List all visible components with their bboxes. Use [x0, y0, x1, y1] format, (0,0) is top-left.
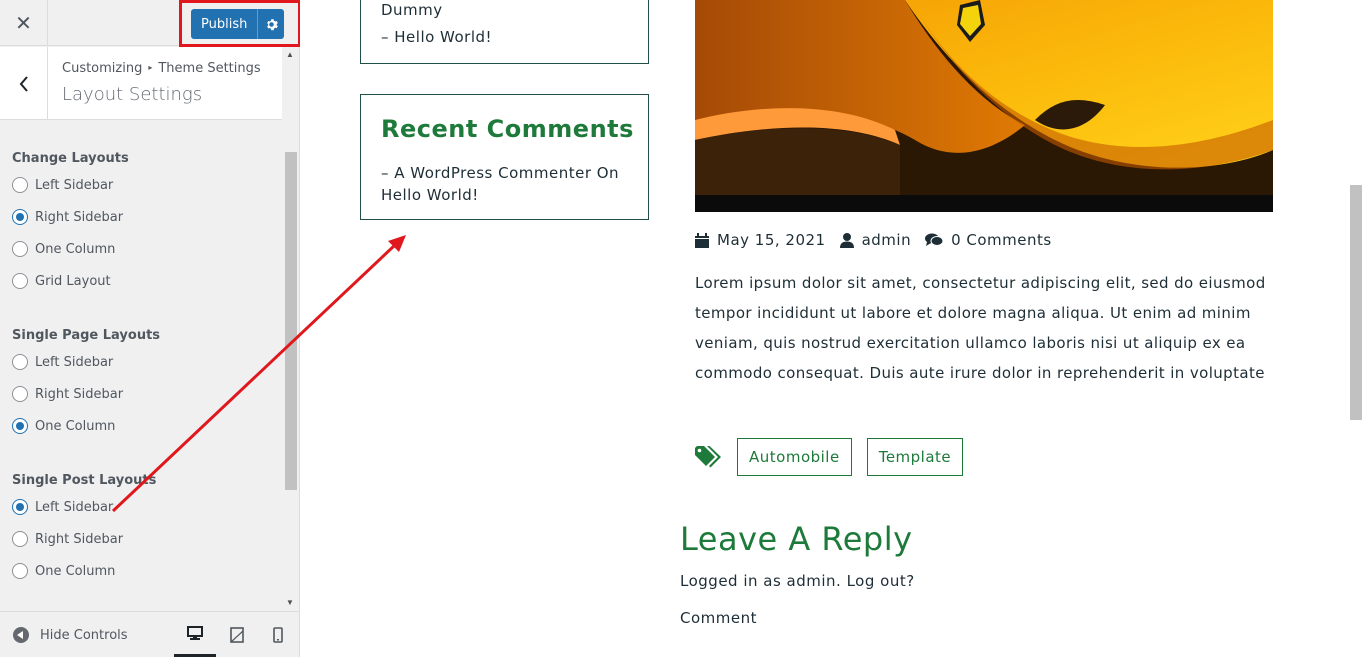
hide-controls-button[interactable]: Hide Controls	[13, 627, 128, 643]
tags-icon	[695, 446, 721, 468]
breadcrumb: Customizing ▸ Theme Settings	[62, 61, 261, 76]
radio-label: Right Sidebar	[35, 209, 124, 225]
tag-template[interactable]: Template	[866, 438, 964, 476]
radio-circle-checked[interactable]	[12, 499, 28, 515]
comment-field-label: Comment	[680, 609, 757, 627]
radio-change-one-column[interactable]: One Column	[12, 241, 115, 257]
recent-comment-item[interactable]: – A WordPress Commenter On Hello World!	[381, 162, 636, 206]
widget-link-hello-world[interactable]: – Hello World!	[381, 28, 492, 46]
radio-label: Right Sidebar	[35, 531, 124, 547]
group-title-change-layouts: Change Layouts	[12, 151, 129, 166]
radio-circle-checked[interactable]	[12, 418, 28, 434]
customizer-panel: ✕ Publish Customizing ▸ Theme Settings Lay…	[0, 0, 301, 657]
radio-page-right-sidebar[interactable]: Right Sidebar	[12, 386, 123, 402]
post-author[interactable]: admin	[839, 231, 912, 249]
radio-label: One Column	[35, 563, 116, 579]
device-mobile-button[interactable]	[257, 612, 299, 657]
collapse-arrow-icon	[13, 627, 29, 643]
post-author-text: admin	[861, 231, 912, 249]
hide-controls-label: Hide Controls	[40, 627, 128, 643]
radio-circle[interactable]	[12, 177, 28, 193]
radio-label: Left Sidebar	[35, 177, 114, 193]
comments-icon	[925, 233, 944, 246]
device-tablet-button[interactable]	[216, 612, 258, 657]
logged-in-text[interactable]: Logged in as admin. Log out?	[680, 572, 915, 590]
widget-text: Dummy	[381, 1, 443, 19]
radio-page-one-column[interactable]: One Column	[12, 418, 115, 434]
radio-page-left-sidebar[interactable]: Left Sidebar	[12, 354, 113, 370]
publish-highlight-box	[179, 0, 301, 47]
close-customizer-button[interactable]: ✕	[0, 0, 48, 46]
section-header: Customizing ▸ Theme Settings Layout Settin…	[0, 47, 282, 120]
radio-post-one-column[interactable]: One Column	[12, 563, 115, 579]
radio-label: Grid Layout	[35, 273, 111, 289]
radio-change-right-sidebar[interactable]: Right Sidebar	[12, 209, 123, 225]
user-icon	[839, 232, 854, 248]
calendar-icon	[695, 232, 709, 248]
breadcrumb-root: Customizing	[62, 61, 143, 76]
close-icon: ✕	[15, 12, 32, 35]
radio-change-grid-layout[interactable]: Grid Layout	[12, 273, 111, 289]
breadcrumb-parent: Theme Settings	[158, 61, 261, 76]
post-meta: May 15, 2021 admin 0 Comments	[695, 231, 1066, 249]
group-title-single-post-layouts: Single Post Layouts	[12, 473, 157, 488]
post-excerpt: Lorem ipsum dolor sit amet, consectetur …	[695, 274, 1266, 382]
chevron-left-icon	[19, 75, 28, 92]
radio-circle[interactable]	[12, 273, 28, 289]
radio-circle[interactable]	[12, 531, 28, 547]
tag-automobile[interactable]: Automobile	[737, 438, 852, 476]
radio-post-left-sidebar[interactable]: Left Sidebar	[12, 499, 113, 515]
section-title: Layout Settings	[62, 84, 203, 105]
customizer-footer: Hide Controls	[0, 611, 299, 657]
post-comments[interactable]: 0 Comments	[925, 231, 1052, 249]
scroll-up-arrow-icon[interactable]: ▲	[286, 50, 294, 59]
radio-label: One Column	[35, 241, 116, 257]
radio-circle[interactable]	[12, 563, 28, 579]
radio-label: Left Sidebar	[35, 499, 114, 515]
scroll-down-arrow-icon[interactable]: ▼	[286, 598, 294, 607]
recent-comments-widget: Recent Comments – A WordPress Commenter …	[360, 94, 649, 220]
recent-comments-title: Recent Comments	[381, 115, 634, 143]
customizer-scrollbar-thumb[interactable]	[285, 152, 297, 490]
radio-change-left-sidebar[interactable]: Left Sidebar	[12, 177, 113, 193]
radio-post-right-sidebar[interactable]: Right Sidebar	[12, 531, 123, 547]
tablet-icon	[230, 627, 244, 643]
post-date-text: May 15, 2021	[717, 231, 826, 249]
back-button[interactable]	[0, 47, 48, 120]
post-featured-image	[695, 0, 1273, 212]
leave-reply-title: Leave A Reply	[680, 520, 913, 558]
radio-circle-checked[interactable]	[12, 209, 28, 225]
site-preview: Dummy – Hello World! Recent Comments – A…	[300, 0, 1366, 657]
post-comments-text: 0 Comments	[951, 231, 1052, 249]
device-desktop-button[interactable]	[174, 612, 216, 657]
radio-label: One Column	[35, 418, 116, 434]
radio-circle[interactable]	[12, 241, 28, 257]
post-tags: Automobile Template	[695, 438, 964, 476]
group-title-single-page-layouts: Single Page Layouts	[12, 328, 161, 343]
desktop-icon	[187, 625, 203, 640]
radio-circle[interactable]	[12, 354, 28, 370]
breadcrumb-separator-icon: ▸	[148, 63, 153, 72]
previous-widget: Dummy – Hello World!	[360, 0, 649, 64]
preview-scrollbar-thumb[interactable]	[1350, 185, 1362, 420]
mobile-icon	[273, 627, 283, 643]
layout-options: Change Layouts Left Sidebar Right Sideba…	[0, 121, 282, 611]
post-date[interactable]: May 15, 2021	[695, 231, 826, 249]
radio-circle[interactable]	[12, 386, 28, 402]
radio-label: Left Sidebar	[35, 354, 114, 370]
radio-label: Right Sidebar	[35, 386, 124, 402]
